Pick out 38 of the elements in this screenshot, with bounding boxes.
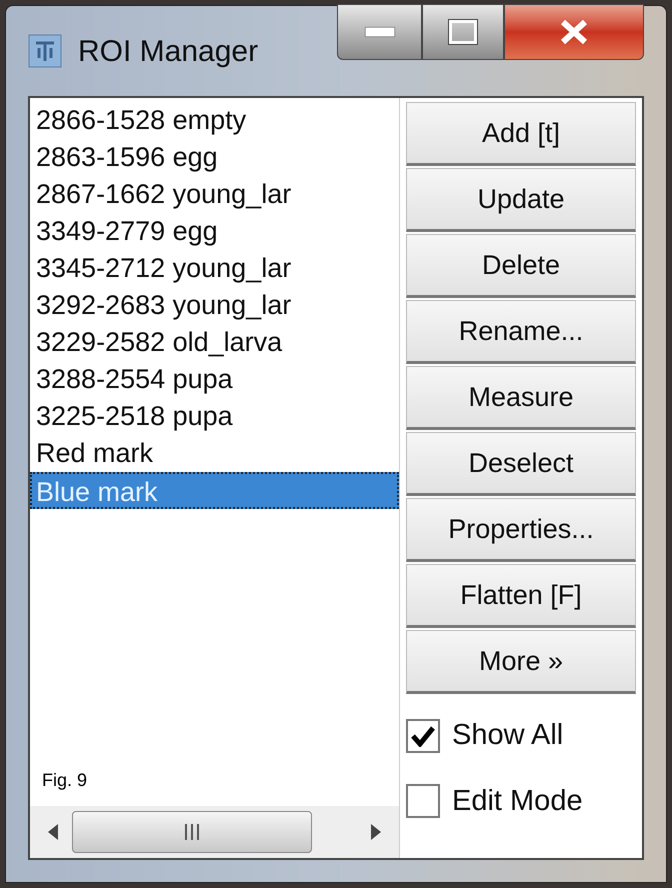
checkbox[interactable] xyxy=(406,784,440,818)
checkbox-label: Edit Mode xyxy=(452,784,583,818)
grip-icon xyxy=(184,824,200,840)
maximize-icon xyxy=(448,19,478,45)
action-button[interactable]: Flatten [F] xyxy=(406,564,636,628)
list-item[interactable]: 2866-1528 empty xyxy=(30,102,399,139)
scroll-right-icon[interactable] xyxy=(371,824,381,840)
figure-caption: Fig. 9 xyxy=(41,769,88,792)
action-button[interactable]: Measure xyxy=(406,366,636,430)
action-button[interactable]: Add [t] xyxy=(406,102,636,166)
list-item[interactable]: 2863-1596 egg xyxy=(30,139,399,176)
app-icon xyxy=(28,34,62,68)
action-button[interactable]: Rename... xyxy=(406,300,636,364)
checkbox-label: Show All xyxy=(452,718,564,753)
action-button[interactable]: Delete xyxy=(406,234,636,298)
checkmark-icon xyxy=(411,724,435,747)
scrollbar-thumb[interactable] xyxy=(72,811,312,853)
list-item[interactable]: 2867-1662 young_lar xyxy=(30,176,399,213)
action-button[interactable]: More » xyxy=(406,630,636,694)
action-button[interactable]: Update xyxy=(406,168,636,232)
close-icon xyxy=(559,19,589,45)
minimize-icon xyxy=(364,27,394,37)
action-button[interactable]: Deselect xyxy=(406,432,636,496)
list-item[interactable]: 3349-2779 egg xyxy=(30,213,399,250)
list-item[interactable]: Red mark xyxy=(30,435,399,472)
scroll-left-icon[interactable] xyxy=(48,824,58,840)
list-item[interactable]: 3292-2683 young_lar xyxy=(30,287,399,324)
minimize-button[interactable] xyxy=(337,4,422,60)
list-item[interactable]: 3225-2518 pupa xyxy=(30,398,399,435)
window-title: ROI Manager xyxy=(78,34,258,70)
action-button[interactable]: Properties... xyxy=(406,498,636,562)
horizontal-scrollbar[interactable] xyxy=(30,806,399,858)
checkbox[interactable] xyxy=(406,718,440,753)
list-item[interactable]: 3229-2582 old_larva xyxy=(30,324,399,361)
maximize-button[interactable] xyxy=(422,4,504,60)
close-button[interactable] xyxy=(504,4,644,60)
list-item[interactable]: 3345-2712 young_lar xyxy=(30,250,399,287)
list-item[interactable]: 3288-2554 pupa xyxy=(30,361,399,398)
